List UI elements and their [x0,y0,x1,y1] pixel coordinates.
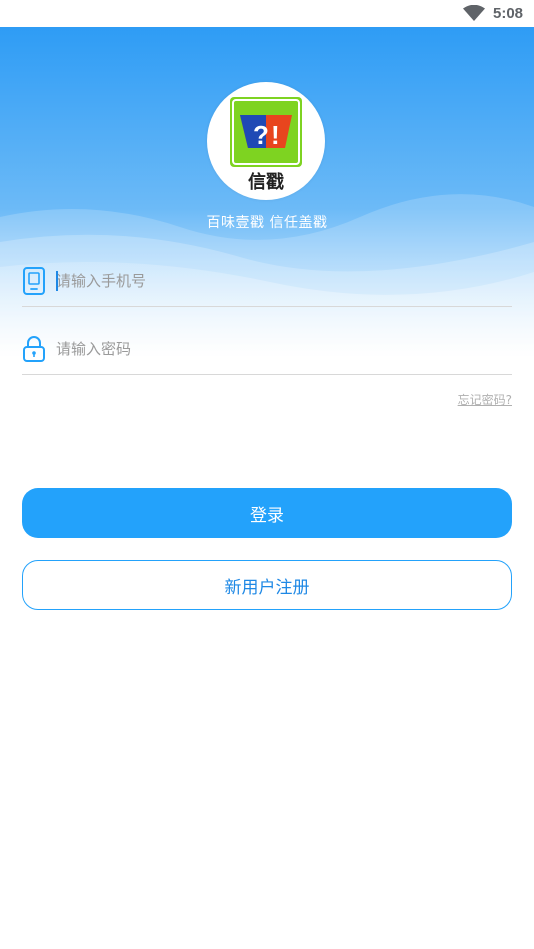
app-slogan: 百味壹戳 信任盖戳 [206,215,328,231]
phone-input[interactable] [56,268,496,294]
phone-field[interactable] [22,258,512,307]
phone-icon [23,267,45,295]
svg-text:?: ? [253,120,269,150]
password-input[interactable] [56,336,496,362]
forgot-password-link[interactable]: 忘记密码? [458,391,512,408]
status-bar: 5:08 [0,0,534,27]
lock-icon [23,336,45,362]
text-caret [56,271,58,291]
password-field[interactable] [22,326,512,375]
header-banner: ? ! 信戳 百味壹戳 信任盖戳 [0,27,534,357]
svg-text:!: ! [271,120,280,150]
login-button[interactable]: 登录 [22,488,512,538]
status-time: 5:08 [493,5,524,22]
logo-text: 信戳 [248,171,284,193]
wifi-icon [463,5,485,21]
app-logo: ? ! 信戳 [207,82,325,200]
register-button[interactable]: 新用户注册 [22,560,512,610]
